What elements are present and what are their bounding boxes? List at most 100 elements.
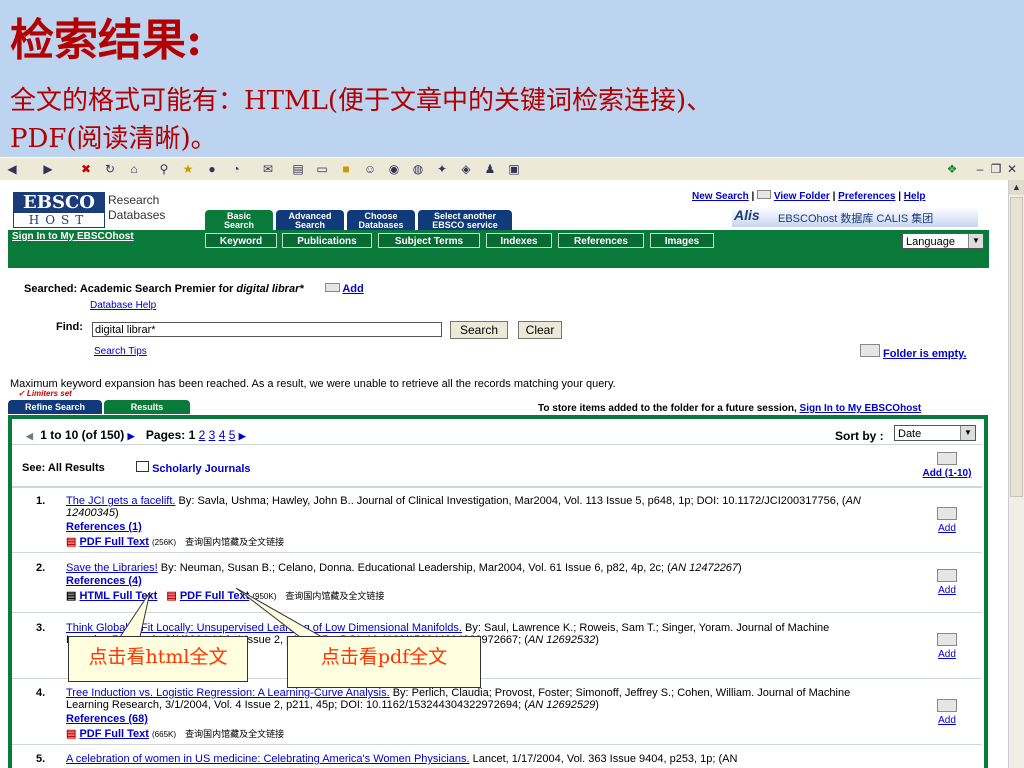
references-link[interactable]: References (1) xyxy=(66,521,142,533)
next-page-icon[interactable]: ▶ xyxy=(128,431,135,441)
full-text-links: ▤ HTML Full Text ▤ PDF Full Text (950K) … xyxy=(66,590,385,602)
store-sign-in-link[interactable]: Sign In to My EBSCOhost xyxy=(800,403,922,414)
search-button[interactable]: Search xyxy=(450,321,508,339)
ebsco-logo[interactable]: EBSCO HOST xyxy=(13,192,105,228)
see-all-results: See: All Results xyxy=(22,462,105,474)
scholarly-journals-filter[interactable]: Scholarly Journals xyxy=(136,461,251,475)
tab-results[interactable]: Results xyxy=(104,400,190,414)
page-link-5[interactable]: 5 xyxy=(229,428,236,442)
pdf-full-text[interactable]: ▤ PDF Full Text (665K) 查询国内馆藏及全文链接 xyxy=(66,727,284,740)
add-to-folder[interactable]: Add xyxy=(912,507,982,534)
search-icon[interactable]: ⚲ xyxy=(156,161,172,177)
sort-select[interactable]: Date ▼ xyxy=(894,425,976,441)
subtab-keyword[interactable]: Keyword xyxy=(205,233,277,248)
next-pages-icon[interactable]: ▶ xyxy=(239,431,246,441)
pdf-full-text[interactable]: ▤ PDF Full Text (256K) 查询国内馆藏及全文链接 xyxy=(66,535,284,548)
find-input[interactable]: digital librar* xyxy=(92,322,442,337)
result-title-link[interactable]: Tree Induction vs. Logistic Regression: … xyxy=(66,687,390,699)
result-title-link[interactable]: Save the Libraries! xyxy=(66,562,158,574)
subtab-images[interactable]: Images xyxy=(650,233,714,248)
add-to-folder[interactable]: Add xyxy=(912,569,982,596)
window-icon[interactable]: ▣ xyxy=(506,161,522,177)
result-title-link[interactable]: Think Globally, Fit Locally: Unsupervise… xyxy=(66,622,462,634)
language-select[interactable]: Language ▼ xyxy=(902,233,984,249)
calis-text: EBSCOhost 数据库 CALIS 集团 xyxy=(778,213,934,225)
references-link[interactable]: References (4) xyxy=(66,575,142,587)
clear-button[interactable]: Clear xyxy=(518,321,562,339)
add-search-link[interactable]: Add xyxy=(342,283,363,295)
tab-refine-search[interactable]: Refine Search xyxy=(8,400,102,414)
search-tips-link[interactable]: Search Tips xyxy=(94,346,147,357)
subtab-publications[interactable]: Publications xyxy=(282,233,372,248)
page-link-2[interactable]: 2 xyxy=(199,428,206,442)
back-icon[interactable]: ◀ xyxy=(4,161,20,177)
view-folder-link[interactable]: View Folder xyxy=(774,191,830,202)
user-icon[interactable]: ♟ xyxy=(482,161,498,177)
globe-icon[interactable]: ◍ xyxy=(410,161,426,177)
messenger-icon[interactable]: ☺ xyxy=(362,161,378,177)
searched-db: Academic Search Premier for xyxy=(79,283,234,295)
new-search-link[interactable]: New Search xyxy=(692,191,749,202)
translate-icon[interactable]: ◈ xyxy=(458,161,474,177)
calis-banner[interactable]: Alis EBSCOhost 数据库 CALIS 集团 xyxy=(732,207,978,227)
discuss-icon[interactable]: ■ xyxy=(338,161,354,177)
stop-icon[interactable]: ✖ xyxy=(78,161,94,177)
tab-basic-search[interactable]: Basic Search xyxy=(205,210,273,230)
home-icon[interactable]: ⌂ xyxy=(126,161,142,177)
library-holdings-link[interactable]: 查询国内馆藏及全文链接 xyxy=(185,729,284,739)
database-help-link[interactable]: Database Help xyxy=(90,300,156,311)
add-to-folder[interactable]: Add xyxy=(912,633,982,660)
page-link-3[interactable]: 3 xyxy=(209,428,216,442)
scrollbar-thumb[interactable] xyxy=(1010,197,1023,497)
subtab-subject-terms[interactable]: Subject Terms xyxy=(378,233,480,248)
references-link[interactable]: References (68) xyxy=(66,713,148,725)
help-link[interactable]: Help xyxy=(904,191,926,202)
page-link-4[interactable]: 4 xyxy=(219,428,226,442)
qq-icon[interactable]: ◉ xyxy=(386,161,402,177)
forward-icon[interactable]: ▶ xyxy=(40,161,56,177)
pdf-icon: ▤ xyxy=(66,536,77,548)
result-title-link[interactable]: The JCI gets a facelift. xyxy=(66,495,175,507)
history-icon[interactable]: ◔ xyxy=(228,161,244,177)
add-folder-icon xyxy=(324,283,340,292)
minimize-icon[interactable]: – xyxy=(972,161,988,177)
favorites-icon[interactable]: ★ xyxy=(180,161,196,177)
pdf-callout: 点击看pdf全文 xyxy=(287,636,481,688)
vertical-scrollbar[interactable]: ▲ xyxy=(1008,180,1024,768)
tab-select-service[interactable]: Select another EBSCO service xyxy=(418,210,512,230)
find-label: Find: xyxy=(56,321,83,333)
subtab-references[interactable]: References xyxy=(558,233,644,248)
html-icon: ▤ xyxy=(66,590,77,602)
pdf-full-text-link[interactable]: PDF Full Text xyxy=(180,590,249,602)
folder-icon xyxy=(937,633,957,646)
refresh-icon[interactable]: ↻ xyxy=(102,161,118,177)
add-range-link[interactable]: Add (1-10) xyxy=(923,468,972,479)
edit-icon[interactable]: ▭ xyxy=(314,161,330,177)
result-text: Tree Induction vs. Logistic Regression: … xyxy=(66,687,851,711)
tab-advanced-search[interactable]: Advanced Search xyxy=(276,210,344,230)
chevron-down-icon: ▼ xyxy=(968,234,983,248)
scroll-up-icon[interactable]: ▲ xyxy=(1009,180,1024,195)
print-icon[interactable]: ▤ xyxy=(290,161,306,177)
media-icon[interactable]: ● xyxy=(204,161,220,177)
library-holdings-link[interactable]: 查询国内馆藏及全文链接 xyxy=(185,537,284,547)
tool-icon[interactable]: ✦ xyxy=(434,161,450,177)
folder-status[interactable]: Folder is empty. xyxy=(860,344,967,360)
folder-icon xyxy=(937,452,957,465)
restore-icon[interactable]: ❐ xyxy=(988,161,1004,177)
add-to-folder[interactable]: Add xyxy=(912,699,982,726)
sign-in-link[interactable]: Sign In to My EBSCOhost xyxy=(12,231,134,242)
html-full-text-link[interactable]: HTML Full Text xyxy=(79,590,157,602)
brand-line-2: Databases xyxy=(108,208,166,222)
tab-choose-databases[interactable]: Choose Databases xyxy=(347,210,415,230)
result-title-link[interactable]: A celebration of women in US medicine: C… xyxy=(66,753,470,765)
folder-icon xyxy=(937,569,957,582)
mail-icon[interactable]: ✉ xyxy=(260,161,276,177)
close-icon[interactable]: ✕ xyxy=(1004,161,1020,177)
subtab-indexes[interactable]: Indexes xyxy=(486,233,552,248)
preferences-link[interactable]: Preferences xyxy=(838,191,895,202)
library-holdings-link[interactable]: 查询国内馆藏及全文链接 xyxy=(285,591,384,601)
add-range-cell[interactable]: Add (1-10) xyxy=(912,452,982,479)
prev-page-icon[interactable]: ◀ xyxy=(26,431,33,441)
searched-line: Searched: Academic Search Premier for di… xyxy=(24,283,364,295)
